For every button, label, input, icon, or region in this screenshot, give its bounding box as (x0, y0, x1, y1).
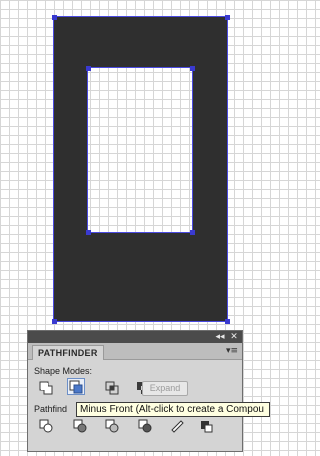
anchor-point[interactable] (52, 15, 57, 20)
panel-menu-icon[interactable]: ▾≡ (226, 345, 238, 357)
panel-tab-row: PATHFINDER ▾≡ (28, 343, 242, 360)
crop-icon[interactable] (137, 418, 153, 434)
merge-icon[interactable] (104, 418, 120, 434)
minus-front-button[interactable] (67, 378, 85, 395)
tooltip: Minus Front (Alt-click to create a Compo… (76, 402, 270, 417)
pathfinders-label: Pathfind (34, 404, 68, 414)
expand-button[interactable]: Expand (142, 381, 188, 396)
anchor-point[interactable] (86, 66, 91, 71)
anchor-point[interactable] (190, 230, 195, 235)
inner-rectangle[interactable] (87, 67, 193, 233)
panel-topbar: ◂◂ ✕ (28, 331, 242, 343)
intersect-button[interactable] (103, 379, 121, 396)
anchor-point[interactable] (86, 230, 91, 235)
tab-pathfinder[interactable]: PATHFINDER (32, 345, 104, 360)
unite-icon (39, 381, 53, 395)
close-icon[interactable]: ✕ (228, 331, 240, 343)
anchor-point[interactable] (225, 15, 230, 20)
intersect-icon (105, 381, 119, 395)
anchor-point[interactable] (190, 66, 195, 71)
outline-icon[interactable] (169, 418, 185, 434)
divide-icon[interactable] (38, 418, 54, 434)
shape-modes-label: Shape Modes: (34, 366, 93, 376)
minus-back-icon[interactable] (198, 418, 214, 434)
unite-button[interactable] (37, 379, 55, 396)
trim-icon[interactable] (72, 418, 88, 434)
double-chevron-left-icon[interactable]: ◂◂ (214, 331, 226, 343)
anchor-point[interactable] (52, 319, 57, 324)
minus-front-icon (69, 380, 83, 394)
anchor-point[interactable] (225, 319, 230, 324)
